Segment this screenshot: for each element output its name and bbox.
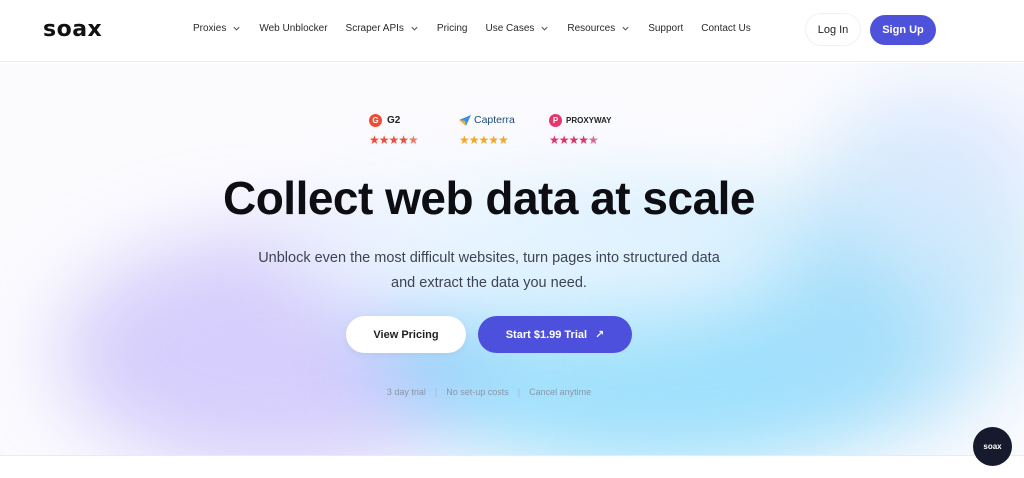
- nav-item-pricing[interactable]: Pricing: [437, 23, 468, 34]
- capterra-logo-icon: [459, 115, 471, 126]
- trial-perks: 3 day trial | No set-up costs | Cancel a…: [0, 387, 978, 397]
- rating-proxyway[interactable]: P PROXYWAY ★★★★ ★: [549, 112, 612, 146]
- rating-capterra[interactable]: Capterra ★★★★★: [459, 112, 515, 146]
- signup-button[interactable]: Sign Up: [870, 15, 936, 45]
- hero-subtitle-line: and extract the data you need.: [391, 275, 587, 291]
- nav-item-support[interactable]: Support: [648, 23, 683, 34]
- main-nav: Proxies Web Unblocker Scraper APIs Prici…: [193, 23, 769, 34]
- login-button[interactable]: Log In: [806, 14, 860, 45]
- start-trial-button[interactable]: Start $1.99 Trial ↗: [478, 316, 632, 353]
- nav-item-scraper-apis[interactable]: Scraper APIs: [346, 23, 419, 34]
- nav-item-resources[interactable]: Resources: [567, 23, 630, 34]
- rating-stars: ★★★★★: [549, 133, 599, 147]
- rating-brand: Capterra: [459, 112, 515, 128]
- chevron-down-icon: [411, 26, 418, 31]
- next-section-edge: [0, 455, 1024, 478]
- arrow-up-right-icon: ↗: [595, 329, 605, 341]
- g2-logo-icon: G: [369, 113, 382, 127]
- nav-item-use-cases[interactable]: Use Cases: [485, 23, 549, 34]
- chevron-down-icon: [622, 26, 629, 31]
- star-half-icon: ★: [588, 133, 599, 147]
- hero-subtitle-line: Unblock even the most difficult websites…: [258, 250, 720, 266]
- nav-item-label: Proxies: [193, 23, 227, 34]
- nav-item-label: Resources: [567, 23, 616, 34]
- rating-brand: G G2: [369, 112, 400, 128]
- nav-item-proxies[interactable]: Proxies: [193, 23, 241, 34]
- rating-name: G2: [387, 114, 401, 126]
- hero-subtitle: Unblock even the most difficult websites…: [0, 246, 978, 296]
- rating-stars: ★★★★★: [459, 133, 509, 147]
- start-trial-label: Start $1.99 Trial: [505, 328, 588, 341]
- rating-brand: P PROXYWAY: [549, 112, 612, 128]
- rating-name: Capterra: [474, 114, 515, 126]
- nav-item-label: Use Cases: [485, 23, 535, 34]
- star-icon: ★★★★: [549, 133, 589, 147]
- chevron-down-icon: [541, 26, 548, 31]
- divider: |: [434, 387, 438, 397]
- perk-item: Cancel anytime: [529, 387, 592, 397]
- divider: |: [517, 387, 521, 397]
- rating-stars: ★★★★★: [369, 133, 419, 147]
- chat-widget-button[interactable]: soax: [973, 427, 1012, 466]
- star-icon: ★★★★: [369, 133, 409, 147]
- hero-headline: Collect web data at scale: [222, 172, 756, 224]
- nav-item-label: Contact Us: [701, 23, 751, 34]
- proxyway-logo-icon: P: [549, 113, 562, 127]
- chevron-down-icon: [233, 26, 240, 31]
- soax-logo[interactable]: soax: [43, 17, 102, 42]
- star-half-icon: ★: [408, 133, 419, 147]
- nav-item-contact-us[interactable]: Contact Us: [701, 23, 750, 34]
- nav-item-web-unblocker[interactable]: Web Unblocker: [259, 23, 327, 34]
- rating-g2[interactable]: G G2 ★★★★ ★: [369, 112, 419, 147]
- nav-item-label: Support: [648, 23, 684, 34]
- hero-section: G G2 ★★★★ ★ Capterra ★★★★★ P PROXYWAY ★★★…: [0, 63, 1024, 455]
- rating-name: PROXYWAY: [566, 115, 612, 125]
- nav-item-label: Scraper APIs: [345, 23, 404, 34]
- perk-item: 3 day trial: [386, 387, 426, 397]
- star-icon: ★★★★★: [459, 133, 509, 147]
- view-pricing-button[interactable]: View Pricing: [346, 316, 466, 353]
- site-header: soax Proxies Web Unblocker Scraper APIs …: [0, 0, 1024, 62]
- nav-item-label: Pricing: [436, 23, 468, 34]
- perk-item: No set-up costs: [446, 387, 509, 397]
- nav-item-label: Web Unblocker: [259, 23, 328, 34]
